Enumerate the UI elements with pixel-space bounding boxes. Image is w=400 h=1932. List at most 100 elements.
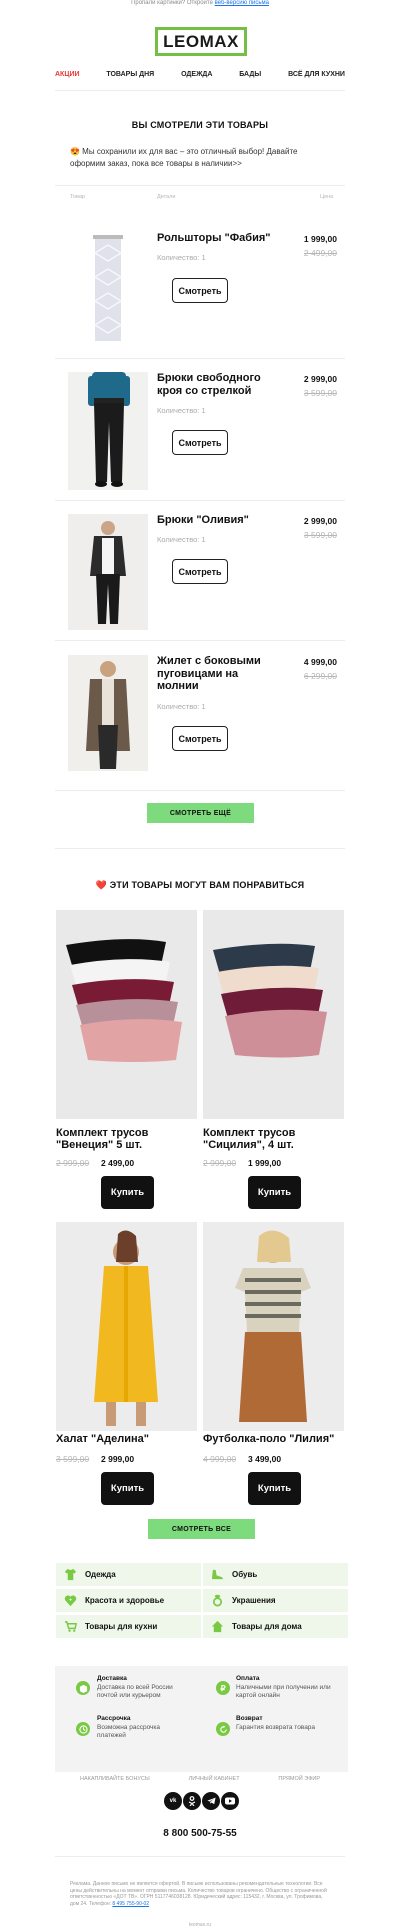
card-price: 1 999,00 (248, 1158, 282, 1168)
divider (55, 848, 345, 849)
product-title[interactable]: Брюки свободного кроя со стрелкой (157, 372, 277, 397)
card-old-price: 4 999,00 (203, 1454, 237, 1464)
category-shoes[interactable]: Обувь (203, 1563, 348, 1586)
view-button[interactable]: Смотреть (172, 430, 228, 455)
card-title[interactable]: Комплект трусов "Венеция" 5 шт. (56, 1127, 201, 1151)
category-kitchen[interactable]: Товары для кухни (56, 1615, 201, 1638)
live-link[interactable]: ПРЯМОЙ ЭФИР (278, 1776, 320, 1782)
preheader: Пропали картинки? Откройте веб-версию пи… (0, 0, 400, 6)
view-button[interactable]: Смотреть (172, 278, 228, 303)
view-button[interactable]: Смотреть (172, 726, 228, 751)
divider (55, 90, 345, 91)
card-image-adelina[interactable] (56, 1222, 197, 1431)
see-more-button[interactable]: СМОТРЕТЬ ЕЩЁ (147, 803, 254, 823)
telegram-icon[interactable] (202, 1792, 220, 1810)
product-qty: Количество: 1 (157, 253, 206, 262)
legal-phone-link[interactable]: 8 495 755-90-02 (112, 1901, 149, 1907)
heart-plus-icon (64, 1595, 77, 1607)
category-label: Обувь (232, 1570, 258, 1579)
vk-icon[interactable]: vk (164, 1792, 182, 1810)
column-header-price: Цена (320, 194, 334, 200)
nav-item-promos[interactable]: АКЦИИ (55, 71, 80, 78)
category-label: Одежда (85, 1570, 116, 1579)
product-title[interactable]: Брюки "Оливия" (157, 514, 277, 527)
product-title[interactable]: Рольшторы "Фабия" (157, 232, 277, 245)
logo[interactable]: LEOMAX (155, 27, 247, 56)
buy-button[interactable]: Купить (101, 1472, 154, 1505)
home-icon (211, 1620, 224, 1633)
product-image-roller-blind[interactable] (68, 233, 148, 343)
account-link[interactable]: ЛИЧНЫЙ КАБИНЕТ (189, 1776, 240, 1782)
web-version-link[interactable]: веб-версию письма (215, 0, 269, 6)
card-price: 2 999,00 (101, 1454, 135, 1464)
email-page: Пропали картинки? Откройте веб-версию пи… (0, 0, 400, 1932)
benefit-title: Доставка (97, 1675, 127, 1682)
cart-icon (64, 1621, 77, 1632)
benefit-title: Возврат (236, 1715, 263, 1722)
card-title[interactable]: Футболка-поло "Лилия" (203, 1433, 348, 1445)
benefit-text: Наличными при получении или картой онлай… (236, 1684, 331, 1699)
divider (55, 640, 345, 641)
preheader-text: Пропали картинки? Откройте (131, 0, 215, 6)
product-price: 2 999,00 (303, 516, 337, 526)
nav-item-supplements[interactable]: БАДЫ (239, 71, 261, 78)
card-image-liliya[interactable] (203, 1222, 344, 1431)
divider (55, 790, 345, 791)
divider (55, 500, 345, 501)
divider (55, 1856, 345, 1857)
card-image-venezia[interactable] (56, 910, 197, 1119)
support-phone[interactable]: 8 800 500-75-55 (0, 1828, 400, 1839)
category-beauty[interactable]: Красота и здоровье (56, 1589, 201, 1612)
benefit-title: Рассрочка (97, 1715, 131, 1722)
card-price: 3 499,00 (248, 1454, 282, 1464)
category-label: Украшения (232, 1596, 276, 1605)
clock-icon (76, 1722, 90, 1736)
product-image-trousers[interactable] (68, 372, 148, 490)
nav-item-clothing[interactable]: ОДЕЖДА (181, 71, 212, 78)
card-price: 2 499,00 (101, 1158, 135, 1168)
ruble-icon: ₽ (216, 1681, 230, 1695)
legal-text: Реклама. Данное письмо не является оферт… (70, 1881, 330, 1907)
column-header-details: Детали (157, 194, 176, 200)
product-price: 1 999,00 (303, 234, 337, 244)
category-home[interactable]: Товары для дома (203, 1615, 348, 1638)
footer-links: НАКАПЛИВАЙТЕ БОНУСЫ ЛИЧНЫЙ КАБИНЕТ ПРЯМО… (80, 1776, 320, 1782)
buy-button[interactable]: Купить (101, 1176, 154, 1209)
product-old-price: 2 499,00 (303, 248, 337, 258)
product-price: 4 999,00 (303, 657, 337, 667)
product-old-price: 3 599,00 (303, 388, 337, 398)
product-image-olivia-trousers[interactable] (68, 514, 148, 630)
product-image-vest[interactable] (68, 655, 148, 771)
benefit-title: Оплата (236, 1675, 260, 1682)
card-image-sicilia[interactable] (203, 910, 344, 1119)
card-title[interactable]: Комплект трусов "Сицилия", 4 шт. (203, 1127, 348, 1151)
bonuses-link[interactable]: НАКАПЛИВАЙТЕ БОНУСЫ (80, 1776, 150, 1782)
card-old-price: 3 599,00 (56, 1454, 90, 1464)
ring-icon (212, 1594, 223, 1607)
youtube-icon[interactable] (221, 1792, 239, 1810)
card-title[interactable]: Халат "Аделина" (56, 1433, 201, 1445)
divider (55, 358, 345, 359)
shoe-icon (211, 1569, 224, 1580)
category-label: Товары для дома (232, 1622, 302, 1631)
product-old-price: 6 299,00 (303, 671, 337, 681)
see-all-button[interactable]: СМОТРЕТЬ ВСЕ (148, 1519, 255, 1539)
nav-item-kitchen[interactable]: ВСЁ ДЛЯ КУХНИ (288, 71, 345, 78)
category-label: Товары для кухни (85, 1622, 158, 1631)
return-icon (216, 1722, 230, 1736)
buy-button[interactable]: Купить (248, 1176, 301, 1209)
product-title[interactable]: Жилет с боковыми пуговицами на молнии (157, 655, 277, 693)
view-button[interactable]: Смотреть (172, 559, 228, 584)
nav-item-deals[interactable]: ТОВАРЫ ДНЯ (106, 71, 154, 78)
category-jewelry[interactable]: Украшения (203, 1589, 348, 1612)
category-clothing[interactable]: Одежда (56, 1563, 201, 1586)
column-header-item: Товар (70, 194, 85, 200)
buy-button[interactable]: Купить (248, 1472, 301, 1505)
product-qty: Количество: 1 (157, 406, 206, 415)
ok-icon[interactable] (183, 1792, 201, 1810)
viewed-intro: 😍 Мы сохранили их для вас – это отличный… (70, 147, 298, 168)
box-icon (76, 1681, 90, 1695)
benefit-text: Возможна рассрочка платежей (97, 1724, 161, 1739)
card-old-price: 2 999,00 (56, 1158, 90, 1168)
site-link[interactable]: leomax.ru (0, 1922, 400, 1928)
